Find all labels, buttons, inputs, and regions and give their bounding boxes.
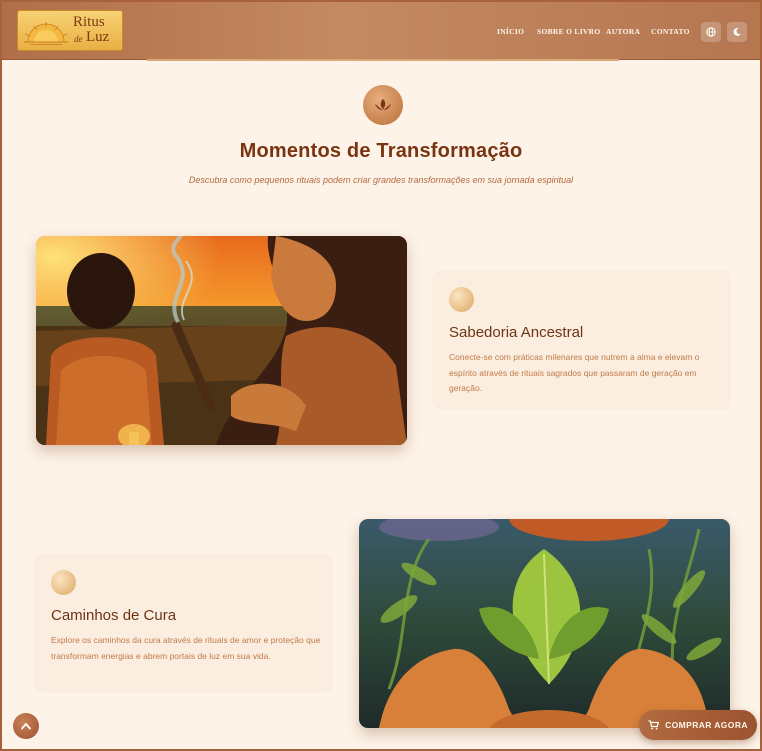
ritual-sunset-painting <box>36 236 407 445</box>
moon-icon <box>733 27 741 36</box>
feature-card-sabedoria: Sabedoria Ancestral Conecte-se com práti… <box>432 270 731 410</box>
section-subtitle: Descubra como pequenos rituais podem cri… <box>188 175 574 185</box>
header-accent-line <box>147 59 619 61</box>
nav-autora[interactable]: AUTORA <box>606 27 640 36</box>
cart-icon <box>648 720 660 730</box>
logo-text-de: de <box>74 34 83 44</box>
buy-now-button[interactable]: COMPRAR AGORA <box>639 710 757 740</box>
language-button[interactable] <box>701 22 721 42</box>
chevron-up-icon <box>21 722 31 730</box>
nav-contato[interactable]: CONTATO <box>651 27 690 36</box>
logo-text-luz: Luz <box>86 29 110 45</box>
lotus-icon <box>363 85 403 125</box>
feature-dot-icon <box>449 287 474 312</box>
section-title: Momentos de Transformação <box>239 140 523 162</box>
feature-dot-icon <box>51 570 76 595</box>
theme-toggle-button[interactable] <box>727 22 747 42</box>
sunrise-icon <box>24 22 68 45</box>
feature-card-caminhos: Caminhos de Cura Explore os caminhos da … <box>34 553 333 693</box>
buy-now-label: COMPRAR AGORA <box>665 720 748 730</box>
globe-icon <box>706 27 716 37</box>
feature-title: Caminhos de Cura <box>51 607 177 624</box>
scroll-to-top-button[interactable] <box>13 713 39 739</box>
nav-inicio[interactable]: INÍCIO <box>497 27 524 36</box>
healing-herbs-painting <box>359 519 730 728</box>
site-header: Ritus de Luz INÍCIO SOBRE O LIVRO AUTORA… <box>2 2 760 60</box>
feature-text: Conecte-se com práticas milenares que nu… <box>449 352 700 393</box>
feature-text: Explore os caminhos da cura através de r… <box>51 635 321 661</box>
site-logo[interactable]: Ritus de Luz <box>17 10 123 51</box>
nav-sobre-o-livro[interactable]: SOBRE O LIVRO <box>537 27 601 36</box>
feature-title: Sabedoria Ancestral <box>449 324 584 341</box>
